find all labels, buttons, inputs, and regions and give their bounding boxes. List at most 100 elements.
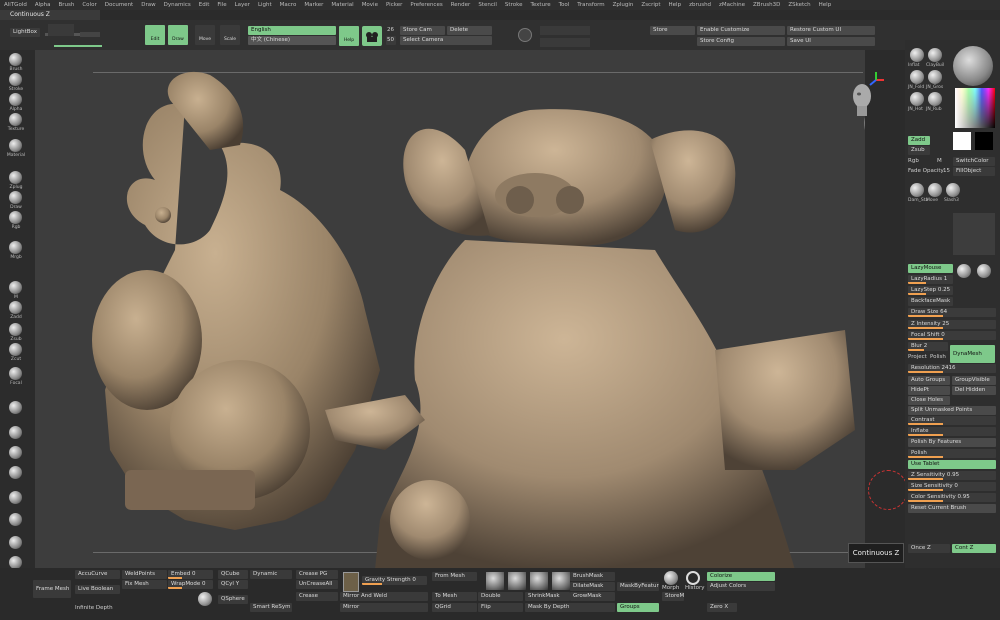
flip-button[interactable]: Flip [478, 603, 523, 612]
blur-slider[interactable]: Blur 2 [908, 342, 948, 351]
from-mesh-button[interactable]: From Mesh [432, 572, 477, 581]
polish-slider[interactable]: Polish [908, 449, 996, 458]
qsphere-button[interactable]: QSphere [218, 595, 248, 604]
wrapmode-slider[interactable]: WrapMode 0 [168, 580, 213, 589]
gravity-icon[interactable] [343, 572, 359, 592]
embed-slider[interactable]: Embed 0 [168, 570, 213, 579]
double-button[interactable]: Double [478, 592, 523, 601]
axis-gizmo-icon[interactable] [866, 70, 886, 90]
camera-icon[interactable] [362, 26, 382, 46]
menu-item[interactable]: Marker [300, 0, 327, 10]
colorize-button[interactable]: Colorize [707, 572, 775, 581]
menu-item[interactable]: Macro [276, 0, 301, 10]
cam-num-b[interactable]: 50 [386, 36, 396, 45]
edit-button[interactable]: Edit [145, 25, 165, 45]
menu-item[interactable]: AliTGold [0, 0, 31, 10]
dilatemask-button[interactable]: DilateMask [570, 582, 615, 591]
size-sensitivity-slider[interactable]: Size Sensitivity 0 [908, 482, 996, 491]
menu-item[interactable]: Light [254, 0, 276, 10]
enable-customize-button[interactable]: Enable Customize [697, 26, 785, 35]
adjust-colors-button[interactable]: Adjust Colors [707, 582, 775, 591]
z-sensitivity-slider[interactable]: Z Sensitivity 0.95 [908, 471, 996, 480]
top-slider-2[interactable] [80, 32, 100, 37]
lazyradius-slider[interactable]: LazyRadius 1 [908, 275, 953, 284]
brush-thumb-icon[interactable] [910, 48, 924, 62]
left-tool-alpha[interactable]: Alpha [4, 92, 28, 112]
color-picker[interactable] [955, 88, 995, 128]
store-button[interactable]: Store [650, 26, 695, 35]
crease-pg-button[interactable]: Crease PG [296, 570, 338, 579]
canvas-viewport[interactable] [35, 50, 865, 570]
left-tool-zcut[interactable]: Zcut [4, 342, 28, 362]
draw-button[interactable]: Draw [168, 25, 188, 45]
brush-thumb-icon[interactable] [946, 183, 960, 197]
left-tool-zadd[interactable]: Zadd [4, 300, 28, 320]
left-tool-material[interactable]: Material [4, 138, 28, 158]
primary-color-swatch[interactable] [953, 132, 971, 150]
close-holes-button[interactable]: Close Holes [908, 396, 950, 405]
left-tool-rgb[interactable]: Rgb [4, 210, 28, 230]
backfacemask-button[interactable]: BackfaceMask [908, 297, 953, 306]
persp-slider[interactable] [540, 26, 590, 35]
hidept-button[interactable]: HidePt [908, 386, 950, 395]
z-intensity-slider[interactable]: Z Intensity 25 [908, 320, 996, 329]
dynamesh-button[interactable]: DynaMesh [950, 345, 995, 363]
menu-item[interactable]: Zscript [637, 0, 664, 10]
persp-slider-2[interactable] [540, 38, 590, 47]
help-button[interactable]: Help [339, 26, 359, 46]
left-brush-slot[interactable] [4, 400, 28, 420]
left-tool-zsub[interactable]: Zsub [4, 322, 28, 342]
top-slider[interactable] [48, 24, 74, 36]
alpha-preview[interactable] [953, 213, 995, 255]
left-brush-slot[interactable] [4, 490, 28, 510]
focal-shift-slider[interactable]: Focal Shift 0 [908, 331, 996, 340]
left-tool-stroke[interactable]: Stroke [4, 72, 28, 92]
resolution-slider[interactable]: Resolution 2416 [908, 364, 996, 373]
frame-mesh-button[interactable]: Frame Mesh [33, 580, 71, 598]
qsphere-icon[interactable] [198, 592, 212, 606]
use-tablet-button[interactable]: Use Tablet [908, 460, 996, 469]
color-sensitivity-slider[interactable]: Color Sensitivity 0.95 [908, 493, 996, 502]
menu-item[interactable]: Help [665, 0, 686, 10]
lazystep-slider[interactable]: LazyStep 0.25 [908, 286, 953, 295]
mesh-tool-icon[interactable] [552, 572, 570, 590]
language-chinese[interactable]: 中文 (Chinese) [248, 36, 336, 45]
yin-yang-icon[interactable] [518, 28, 532, 42]
mesh-tool-icon[interactable] [530, 572, 548, 590]
history-icon[interactable] [686, 571, 700, 585]
lazy-brush-2-icon[interactable] [977, 264, 991, 278]
weldpoints-button[interactable]: WeldPoints [122, 570, 167, 579]
left-brush-slot[interactable] [4, 465, 28, 485]
draw-size-slider[interactable]: Draw Size 64 [908, 308, 996, 317]
auto-groups-button[interactable]: Auto Groups [908, 376, 950, 385]
move-button[interactable]: Move [195, 25, 215, 45]
to-mesh-button[interactable]: To Mesh [432, 592, 477, 601]
menu-item[interactable]: Tool [555, 0, 574, 10]
brush-thumb-icon[interactable] [910, 70, 924, 84]
menu-item[interactable]: Alpha [31, 0, 55, 10]
menu-item[interactable]: Render [447, 0, 475, 10]
brush-thumb-icon[interactable] [910, 92, 924, 106]
select-camera-button[interactable]: Select Camera [400, 36, 492, 45]
group-visible-button[interactable]: GroupVisible [952, 376, 996, 385]
inflate-slider[interactable]: Inflate [908, 427, 996, 436]
brush-thumb-icon[interactable] [910, 183, 924, 197]
brush-thumb-icon[interactable] [928, 70, 942, 84]
mesh-tool-icon[interactable] [508, 572, 526, 590]
menu-item[interactable]: Movie [358, 0, 382, 10]
menu-item[interactable]: ZBrush3D [749, 0, 784, 10]
cont-z-button[interactable]: Cont Z [952, 544, 996, 553]
menu-item[interactable]: Stencil [474, 0, 501, 10]
left-brush-slot[interactable] [4, 445, 28, 465]
shrinkmask-button[interactable]: ShrinkMask [525, 592, 570, 601]
menu-item[interactable]: Transform [573, 0, 608, 10]
gravity-slider[interactable]: Gravity Strength 0 [362, 576, 427, 585]
restore-custom-ui-button[interactable]: Restore Custom UI [787, 26, 875, 35]
crease-button[interactable]: Crease [296, 592, 338, 601]
left-brush-slot[interactable] [4, 512, 28, 532]
menu-item[interactable]: Dynamics [160, 0, 195, 10]
morph-icon[interactable] [664, 571, 678, 585]
menu-item[interactable]: ZSketch [784, 0, 814, 10]
lazy-brush-icon[interactable] [957, 264, 971, 278]
uncrease-button[interactable]: UnCreaseAll [296, 580, 338, 589]
